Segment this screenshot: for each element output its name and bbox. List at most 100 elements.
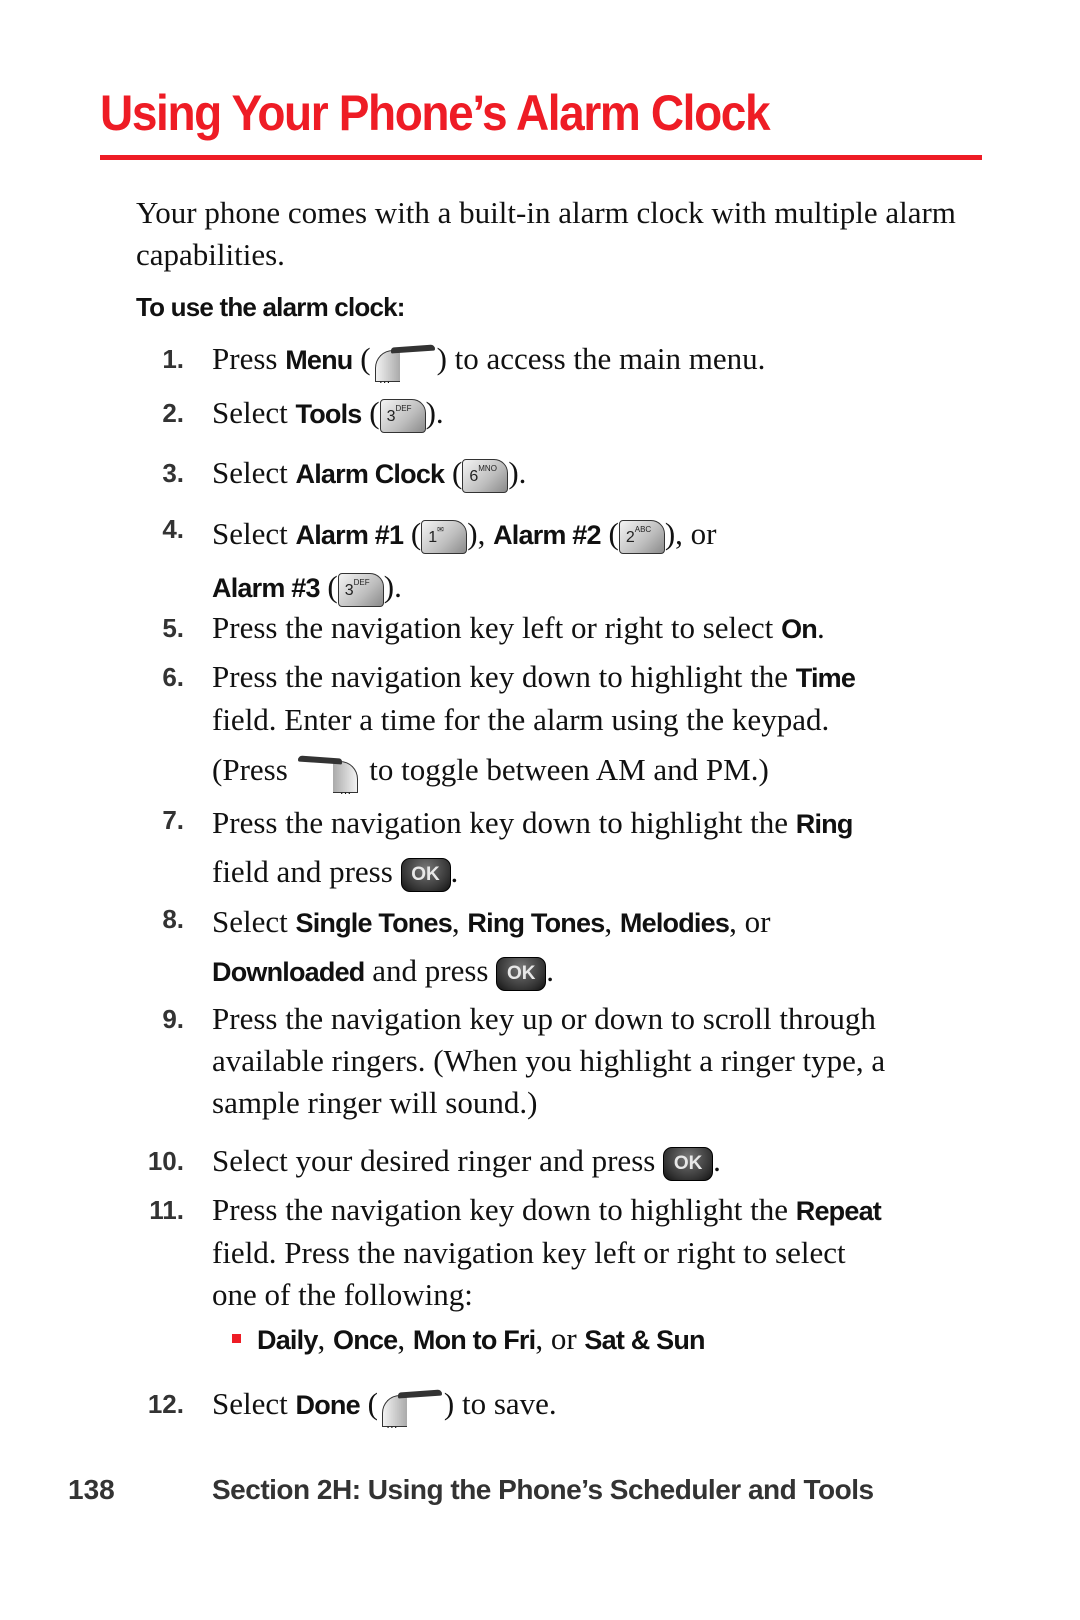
- step-text-part: (: [359, 1386, 378, 1421]
- step-text-part: (: [319, 569, 338, 604]
- step-text: Select Done (…) to save.: [212, 1383, 992, 1431]
- step-number: 10.: [147, 1146, 184, 1176]
- option-daily: Daily: [257, 1325, 318, 1355]
- step-text-part: Press: [212, 341, 286, 376]
- step-number: 4.: [162, 514, 184, 544]
- step-text-part: ).: [425, 395, 444, 430]
- step-text-part: Select: [212, 395, 296, 430]
- procedure-subhead: To use the alarm clock:: [136, 292, 405, 322]
- step-text-part: Select your desired ringer and press: [212, 1143, 664, 1178]
- ok-key-icon: OK: [400, 857, 451, 892]
- step-text: Select Tools (3DEF).: [212, 392, 992, 435]
- step-text-part: (Press: [212, 752, 296, 787]
- step-number: 12.: [147, 1389, 184, 1419]
- step-number: 1.: [162, 344, 184, 374]
- bullet-icon: [232, 1334, 241, 1344]
- step-text-part: ), or: [664, 516, 717, 551]
- step-text-part: ) to save.: [443, 1386, 557, 1421]
- downloaded-label: Downloaded: [212, 957, 365, 987]
- step-text-part: .: [713, 1143, 721, 1178]
- step-text-part: field. Enter a time for the alarm using …: [212, 702, 830, 737]
- dots-glyph: …: [339, 782, 352, 797]
- step-text-part: and press: [364, 953, 497, 988]
- right-softkey-icon: …: [296, 755, 362, 797]
- alarm-2-label: Alarm #2: [493, 520, 601, 550]
- step-text: Select your desired ringer and press OK.: [212, 1140, 992, 1182]
- step-text-part: (: [361, 395, 380, 430]
- step-text-part: , or: [729, 904, 771, 939]
- menu-softkey-icon: …: [371, 344, 437, 386]
- step-text-part: sample ringer will sound.): [212, 1085, 538, 1120]
- dots-glyph: …: [378, 371, 391, 386]
- step-text-part: Press the navigation key down to highlig…: [212, 1192, 796, 1227]
- separator: , or: [535, 1321, 585, 1356]
- step-number: 3.: [162, 458, 184, 488]
- step-text-part: .: [816, 610, 825, 645]
- key-letters: DEF: [395, 403, 412, 413]
- key-letters: DEF: [353, 577, 370, 587]
- step-text-part: ) to access the main menu.: [436, 341, 766, 376]
- step-text-part: .: [546, 953, 554, 988]
- melodies-label: Melodies: [619, 908, 730, 938]
- step-text-part: Select: [212, 904, 296, 939]
- key-3-icon: 3DEF: [337, 572, 384, 607]
- ok-key-icon: OK: [663, 1146, 714, 1181]
- step-text-part: field and press: [212, 854, 401, 889]
- step-number: 8.: [162, 904, 184, 934]
- voicemail-icon: ✉: [437, 524, 444, 534]
- key-digit: 6: [469, 467, 479, 485]
- step-text-part: ),: [467, 516, 494, 551]
- ring-label: Ring: [795, 809, 854, 839]
- ring-tones-label: Ring Tones: [467, 908, 605, 938]
- step-text-part: Press the navigation key down to highlig…: [212, 659, 796, 694]
- step-text-part: to toggle between AM and PM.): [361, 752, 769, 787]
- separator: ,: [317, 1321, 334, 1356]
- option-sat-sun: Sat & Sun: [584, 1325, 705, 1355]
- step-number: 9.: [162, 1004, 184, 1034]
- alarm-3-label: Alarm #3: [212, 573, 320, 603]
- key-digit: 3: [344, 581, 354, 599]
- step-text-part: Press the navigation key down to highlig…: [212, 805, 796, 840]
- repeat-options-bullet: Daily, Once, Mon to Fri, or Sat & Sun: [232, 1318, 1012, 1361]
- step-text: Press the navigation key down to highlig…: [212, 656, 992, 797]
- repeat-label: Repeat: [795, 1196, 882, 1226]
- step-text-part: (: [352, 341, 371, 376]
- step-text-part: ).: [508, 455, 527, 490]
- step-text-part: (: [403, 516, 422, 551]
- done-softkey-icon: …: [378, 1389, 444, 1431]
- step-text-part: .: [450, 854, 459, 889]
- step-text-part: ,: [604, 904, 620, 939]
- key-2-icon: 2ABC: [618, 519, 665, 554]
- step-text-part: field. Press the navigation key left or …: [212, 1235, 846, 1270]
- separator: ,: [397, 1321, 413, 1356]
- key-3-icon: 3DEF: [379, 398, 426, 433]
- step-text: Press the navigation key left or right t…: [212, 607, 992, 650]
- step-number: 5.: [162, 613, 184, 643]
- step-number: 7.: [162, 805, 184, 835]
- key-digit: 1: [428, 528, 438, 546]
- step-text-part: Press the navigation key left or right t…: [212, 610, 782, 645]
- step-text: Press the navigation key up or down to s…: [212, 998, 992, 1124]
- step-text: Select Alarm #1 (1✉), Alarm #2 (2ABC), o…: [212, 508, 992, 614]
- on-label: On: [781, 614, 818, 644]
- step-number: 6.: [162, 662, 184, 692]
- step-number: 11.: [149, 1195, 184, 1225]
- menu-label: Menu: [285, 345, 353, 375]
- section-footer: Section 2H: Using the Phone’s Scheduler …: [212, 1474, 874, 1505]
- page-title: Using Your Phone’s Alarm Clock: [100, 85, 771, 141]
- tools-label: Tools: [295, 399, 363, 429]
- key-letters: ABC: [634, 524, 652, 534]
- dots-glyph: …: [385, 1416, 398, 1431]
- step-text-part: ).: [383, 569, 402, 604]
- alarm-clock-label: Alarm Clock: [295, 459, 446, 489]
- time-label: Time: [795, 663, 856, 693]
- step-text-part: available ringers. (When you highlight a…: [212, 1043, 886, 1078]
- step-text-part: Select: [212, 455, 296, 490]
- intro-paragraph: Your phone comes with a built-in alarm c…: [136, 195, 956, 272]
- single-tones-label: Single Tones: [295, 908, 453, 938]
- done-label: Done: [295, 1390, 361, 1420]
- key-letters: MNO: [478, 463, 497, 473]
- key-digit: 2: [625, 528, 635, 546]
- step-text: Press the navigation key down to highlig…: [212, 799, 992, 896]
- ok-key-icon: OK: [496, 956, 547, 991]
